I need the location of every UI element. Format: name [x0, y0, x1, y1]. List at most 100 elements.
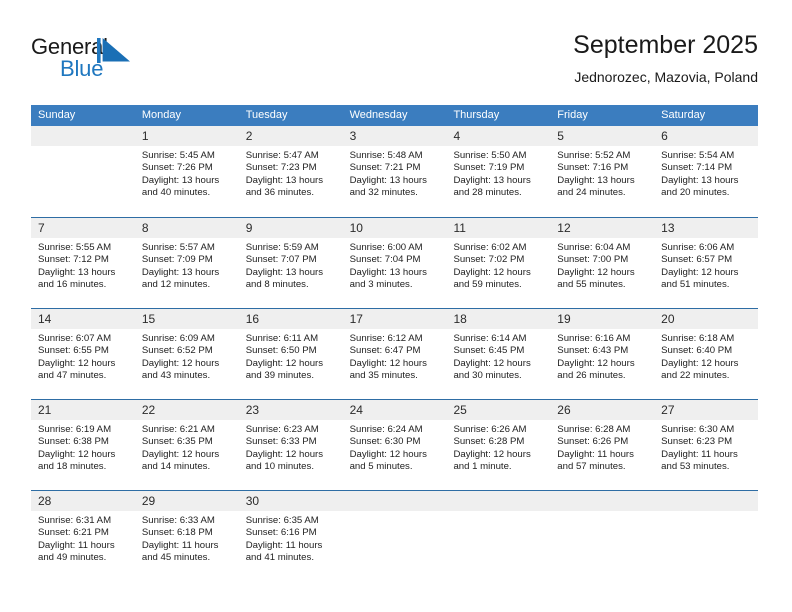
day-number: 12 — [557, 221, 571, 235]
day-number-band: 5 — [550, 126, 655, 146]
day-cell[interactable]: 18 Sunrise: 6:14 AM Sunset: 6:45 PM Dayligh… — [446, 309, 551, 399]
day-detail-line: Sunrise: 5:55 AM — [38, 242, 112, 253]
day-number-band: 26 — [550, 400, 655, 420]
day-cell[interactable]: 6 Sunrise: 5:54 AM Sunset: 7:14 PM Daylight… — [654, 126, 759, 217]
day-number-band: 9 — [238, 218, 343, 238]
day-cell[interactable]: 26 Sunrise: 6:28 AM Sunset: 6:26 PM Dayligh… — [550, 400, 655, 490]
day-detail-line: Sunrise: 6:00 AM — [349, 242, 423, 253]
day-cell[interactable]: 16 Sunrise: 6:11 AM Sunset: 6:50 PM Dayligh… — [238, 309, 343, 399]
day-cell[interactable]: 19 Sunrise: 6:16 AM Sunset: 6:43 PM Dayligh… — [550, 309, 655, 399]
day-detail-line: Sunset: 7:16 PM — [557, 162, 629, 174]
day-detail-line: and 30 minutes. — [453, 370, 522, 382]
day-cell[interactable]: 14 Sunrise: 6:07 AM Sunset: 6:55 PM Dayligh… — [31, 309, 135, 399]
day-cell[interactable]: 9 Sunrise: 5:59 AM Sunset: 7:07 PM Daylight… — [238, 218, 343, 308]
day-cell[interactable]: 8 Sunrise: 5:57 AM Sunset: 7:09 PM Daylight… — [134, 218, 239, 308]
day-cell[interactable]: 28 Sunrise: 6:31 AM Sunset: 6:21 PM Dayligh… — [31, 491, 135, 581]
day-detail-line: Sunrise: 6:26 AM — [453, 424, 527, 435]
day-details: Sunrise: 6:12 AM Sunset: 6:47 PM Daylight:… — [343, 329, 447, 383]
day-detail-line: and 3 minutes. — [349, 279, 413, 291]
day-cell[interactable]: 20 Sunrise: 6:18 AM Sunset: 6:40 PM Dayligh… — [654, 309, 759, 399]
page-header: General Blue September 2025 Jednorozec, … — [0, 0, 792, 100]
day-cell[interactable]: 1 Sunrise: 5:45 AM Sunset: 7:26 PM Daylight… — [134, 126, 239, 217]
day-cell[interactable]: 2 Sunrise: 5:47 AM Sunset: 7:23 PM Daylight… — [238, 126, 343, 217]
day-cell[interactable]: 10 Sunrise: 6:00 AM Sunset: 7:04 PM Dayligh… — [342, 218, 447, 308]
day-detail-line: Sunset: 7:00 PM — [557, 254, 629, 266]
day-number-band: 7 — [31, 218, 135, 238]
day-cell[interactable]: 25 Sunrise: 6:26 AM Sunset: 6:28 PM Dayligh… — [446, 400, 551, 490]
day-number: 24 — [349, 403, 363, 417]
day-detail-line: Daylight: 12 hours — [141, 357, 220, 369]
day-number: 28 — [38, 494, 52, 508]
day-number: 20 — [661, 312, 675, 326]
day-detail-line: Sunrise: 6:24 AM — [349, 424, 423, 435]
day-detail-line: Daylight: 12 hours — [245, 448, 324, 460]
calendar-week-row: 1 Sunrise: 5:45 AM Sunset: 7:26 PM Daylight… — [31, 126, 759, 217]
day-detail-line: Sunrise: 5:54 AM — [661, 150, 735, 161]
day-cell[interactable]: 12 Sunrise: 6:04 AM Sunset: 7:00 PM Dayligh… — [550, 218, 655, 308]
day-number: 27 — [661, 403, 675, 417]
day-detail-line: Daylight: 12 hours — [557, 357, 635, 369]
day-cell[interactable]: 3 Sunrise: 5:48 AM Sunset: 7:21 PM Daylight… — [342, 126, 447, 217]
day-number: 22 — [141, 403, 156, 417]
day-details: Sunrise: 5:57 AM Sunset: 7:09 PM Daylight:… — [135, 238, 239, 292]
day-detail-line: and 14 minutes. — [141, 461, 211, 473]
day-cell[interactable]: 22 Sunrise: 6:21 AM Sunset: 6:35 PM Dayligh… — [134, 400, 239, 490]
weekday-header-tuesday: Tuesday — [245, 109, 288, 121]
day-cell[interactable]: 5 Sunrise: 5:52 AM Sunset: 7:16 PM Daylight… — [550, 126, 655, 217]
day-detail-line: and 35 minutes. — [349, 370, 418, 382]
day-cell[interactable]: 21 Sunrise: 6:19 AM Sunset: 6:38 PM Dayligh… — [31, 400, 135, 490]
day-cell[interactable]: 30 Sunrise: 6:35 AM Sunset: 6:16 PM Dayligh… — [238, 491, 343, 581]
day-detail-line: Daylight: 13 hours — [245, 266, 324, 278]
day-number-band: 16 — [238, 309, 343, 329]
day-detail-line: Daylight: 11 hours — [38, 539, 115, 551]
day-detail-line: Sunset: 6:52 PM — [141, 345, 213, 357]
day-detail-line: Sunset: 7:14 PM — [661, 162, 733, 174]
day-detail-line: Sunset: 6:16 PM — [245, 527, 317, 539]
day-cell[interactable]: 4 Sunrise: 5:50 AM Sunset: 7:19 PM Daylight… — [446, 126, 551, 217]
day-number-band: 29 — [134, 491, 239, 511]
day-detail-line: Daylight: 11 hours — [557, 448, 634, 460]
day-cell[interactable]: 7 Sunrise: 5:55 AM Sunset: 7:12 PM Daylight… — [31, 218, 135, 308]
day-detail-line: Daylight: 13 hours — [557, 174, 635, 186]
day-detail-line: Daylight: 13 hours — [349, 266, 427, 278]
day-number-band: 25 — [446, 400, 551, 420]
day-number-band: 23 — [238, 400, 343, 420]
day-details: Sunrise: 6:35 AM Sunset: 6:16 PM Daylight:… — [239, 511, 343, 565]
day-detail-line: Sunrise: 6:23 AM — [245, 424, 319, 435]
calendar-week-row: 28 Sunrise: 6:31 AM Sunset: 6:21 PM Dayligh… — [31, 490, 759, 581]
day-cell[interactable]: 24 Sunrise: 6:24 AM Sunset: 6:30 PM Dayligh… — [342, 400, 447, 490]
day-detail-line: Sunset: 7:12 PM — [38, 254, 109, 266]
day-cell[interactable]: 11 Sunrise: 6:02 AM Sunset: 7:02 PM Dayligh… — [446, 218, 551, 308]
day-detail-line: and 41 minutes. — [245, 552, 314, 564]
weekday-header-friday: Friday — [557, 109, 588, 121]
day-detail-line: Sunset: 6:55 PM — [38, 345, 109, 357]
day-detail-line: Sunrise: 6:18 AM — [661, 333, 735, 344]
day-number: 15 — [141, 312, 156, 326]
day-details: Sunrise: 5:45 AM Sunset: 7:26 PM Daylight:… — [135, 146, 239, 200]
day-detail-line: Sunrise: 6:16 AM — [557, 333, 631, 344]
day-cell[interactable]: 29 Sunrise: 6:33 AM Sunset: 6:18 PM Dayligh… — [134, 491, 239, 581]
day-number: 17 — [349, 312, 363, 326]
day-detail-line: Daylight: 11 hours — [245, 539, 323, 551]
day-detail-line: Sunset: 7:26 PM — [141, 162, 213, 174]
day-cell[interactable]: 23 Sunrise: 6:23 AM Sunset: 6:33 PM Dayligh… — [238, 400, 343, 490]
day-cell[interactable]: 15 Sunrise: 6:09 AM Sunset: 6:52 PM Dayligh… — [134, 309, 239, 399]
day-detail-line: Sunrise: 6:21 AM — [141, 424, 215, 435]
day-details: Sunrise: 6:04 AM Sunset: 7:00 PM Daylight:… — [550, 238, 654, 292]
day-number-band: 28 — [31, 491, 135, 511]
brand-logo[interactable]: General Blue — [31, 34, 251, 90]
day-cell[interactable]: 17 Sunrise: 6:12 AM Sunset: 6:47 PM Dayligh… — [342, 309, 447, 399]
day-detail-line: Sunset: 6:40 PM — [661, 345, 733, 357]
day-cell[interactable]: 27 Sunrise: 6:30 AM Sunset: 6:23 PM Dayligh… — [654, 400, 759, 490]
day-detail-line: and 22 minutes. — [661, 370, 730, 382]
day-detail-line: and 12 minutes. — [141, 279, 211, 291]
day-number: 6 — [661, 129, 668, 143]
day-detail-line: Sunrise: 6:06 AM — [661, 242, 735, 253]
day-detail-line: Sunrise: 5:48 AM — [349, 150, 423, 161]
day-number: 2 — [245, 129, 253, 143]
day-number-band: 24 — [342, 400, 447, 420]
weekday-header-monday: Monday — [141, 109, 181, 121]
day-detail-line: and 5 minutes. — [349, 461, 413, 473]
day-cell[interactable]: 13 Sunrise: 6:06 AM Sunset: 6:57 PM Dayligh… — [654, 218, 759, 308]
day-number-band: 10 — [342, 218, 447, 238]
